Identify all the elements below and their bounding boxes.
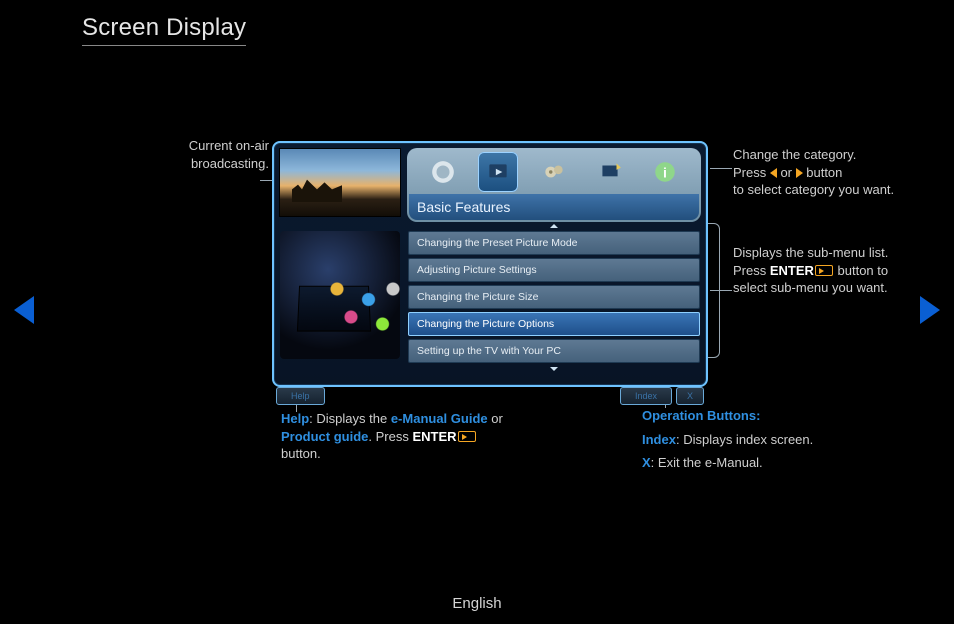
callout-operation-buttons: Operation Buttons: Index: Displays index… — [642, 407, 872, 472]
sound-icon[interactable] — [478, 152, 518, 192]
callout-line: Press or button — [733, 164, 908, 182]
settings-icon[interactable] — [534, 152, 574, 192]
callout-line: Change the category. — [733, 146, 908, 164]
callout-line: Index: Displays index screen. — [642, 431, 872, 449]
callout-help: Help: Displays the e-Manual Guide or Pro… — [281, 410, 511, 463]
callout-submenu: Displays the sub-menu list. Press ENTER … — [733, 244, 915, 297]
callout-line: X: Exit the e-Manual. — [642, 454, 872, 472]
page-title: Screen Display — [82, 14, 246, 46]
scroll-down-icon — [550, 367, 558, 371]
category-title: Basic Features — [409, 194, 699, 220]
callout-broadcast: Current on-air broadcasting. — [149, 137, 269, 172]
callout-op-title: Operation Buttons: — [642, 407, 872, 425]
leader-line — [710, 168, 732, 169]
submenu-item[interactable]: Changing the Picture Options — [408, 312, 700, 336]
submenu-item[interactable]: Setting up the TV with Your PC — [408, 339, 700, 363]
bracket — [706, 223, 720, 358]
picture-icon[interactable] — [423, 152, 463, 192]
triangle-left-icon — [770, 168, 777, 178]
page-nav-next[interactable] — [920, 296, 940, 324]
enter-icon — [458, 431, 476, 442]
page-nav-prev[interactable] — [14, 296, 34, 324]
help-button[interactable]: Help — [276, 387, 325, 405]
submenu-list: Changing the Preset Picture Mode Adjustin… — [408, 231, 700, 363]
submenu-item[interactable]: Adjusting Picture Settings — [408, 258, 700, 282]
feature-illustration — [280, 231, 400, 359]
network-icon[interactable] — [590, 152, 630, 192]
submenu-item[interactable]: Changing the Picture Size — [408, 285, 700, 309]
category-strip: i Basic Features — [407, 148, 701, 222]
info-icon[interactable]: i — [645, 152, 685, 192]
callout-category: Change the category. Press or button to … — [733, 146, 908, 199]
callout-line: to select category you want. — [733, 181, 908, 199]
callout-line: Displays the sub-menu list. — [733, 244, 915, 262]
svg-text:i: i — [663, 164, 667, 180]
broadcast-thumbnail — [279, 148, 401, 217]
emanual-panel: i Basic Features Changing the Preset Pic… — [272, 141, 708, 387]
scroll-up-icon — [550, 224, 558, 228]
language-label: English — [0, 595, 954, 612]
triangle-right-icon — [796, 168, 803, 178]
submenu-item[interactable]: Changing the Preset Picture Mode — [408, 231, 700, 255]
callout-line: Press ENTER button to select sub-menu yo… — [733, 262, 915, 297]
close-button[interactable]: X — [676, 387, 704, 405]
enter-icon — [815, 265, 833, 276]
index-button[interactable]: Index — [620, 387, 672, 405]
